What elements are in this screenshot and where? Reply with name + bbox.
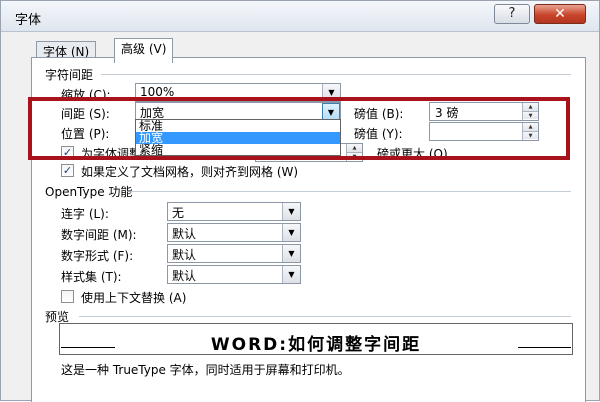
grid-label: 如果定义了文档网格，则对齐到网格 (W) <box>81 165 299 179</box>
number-spacing-value: 默认 <box>172 227 197 241</box>
dropdown-option-normal[interactable]: 标准 <box>136 120 340 132</box>
ligatures-value: 无 <box>172 206 185 220</box>
font-dialog: 字体 ? ✕ 字体 (N) 高级 (V) 字符间距 缩放 (C): 100% ▼… <box>0 0 600 402</box>
dropdown-option-condensed[interactable]: 紧缩 <box>136 144 340 156</box>
close-button[interactable]: ✕ <box>534 4 586 24</box>
stylistic-sets-label: 样式集 (T): <box>61 270 122 284</box>
spacing-label: 间距 (S): <box>61 107 110 121</box>
preview-description: 这是一种 TrueType 字体，同时适用于屏幕和打印机。 <box>61 363 350 377</box>
position-by-spinner[interactable]: ▲ ▼ <box>429 122 539 141</box>
spin-down-icon[interactable]: ▼ <box>523 131 538 139</box>
position-label: 位置 (P): <box>61 127 110 141</box>
chevron-down-icon[interactable]: ▼ <box>322 103 340 120</box>
number-spacing-combo[interactable]: 默认 ▼ <box>167 223 301 242</box>
spacing-by-value: 3 磅 <box>435 106 459 120</box>
number-forms-label: 数字形式 (F): <box>61 249 134 263</box>
scale-combo[interactable]: 100% ▼ <box>135 83 341 102</box>
spinner-buttons[interactable]: ▲ ▼ <box>346 144 362 161</box>
position-by-label: 磅值 (Y): <box>354 127 403 141</box>
contextual-label: 使用上下文替换 (A) <box>81 291 187 305</box>
chevron-down-icon[interactable]: ▼ <box>282 224 300 241</box>
stylistic-sets-combo[interactable]: 默认 ▼ <box>167 265 301 284</box>
ligatures-combo[interactable]: 无 ▼ <box>167 202 301 221</box>
spacing-dropdown-list: 标准 加宽 紧缩 <box>135 119 341 156</box>
section-divider <box>79 316 571 317</box>
chevron-down-icon[interactable]: ▼ <box>322 84 340 101</box>
dropdown-option-expanded[interactable]: 加宽 <box>136 132 340 144</box>
char-spacing-heading: 字符间距 <box>45 68 94 82</box>
preview-baseline-right <box>518 347 571 348</box>
spinner-buttons[interactable]: ▲ ▼ <box>522 103 538 120</box>
help-button[interactable]: ? <box>494 4 530 24</box>
section-divider <box>101 74 571 75</box>
grid-checkbox[interactable]: ✓ <box>61 164 74 177</box>
stylistic-sets-value: 默认 <box>172 269 197 283</box>
chevron-down-icon[interactable]: ▼ <box>282 245 300 262</box>
opentype-heading: OpenType 功能 <box>45 185 133 199</box>
preview-box: WORD:如何调整字间距 <box>59 323 573 355</box>
spacing-by-label: 磅值 (B): <box>354 107 404 121</box>
ligatures-label: 连字 (L): <box>61 207 109 221</box>
number-forms-value: 默认 <box>172 248 197 262</box>
spinner-buttons[interactable]: ▲ ▼ <box>522 123 538 140</box>
preview-sample-text: WORD:如何调整字间距 <box>210 335 422 355</box>
tab-advanced[interactable]: 高级 (V) <box>114 38 174 63</box>
contextual-checkbox[interactable] <box>61 290 74 303</box>
chevron-down-icon[interactable]: ▼ <box>282 203 300 220</box>
spacing-by-spinner[interactable]: 3 磅 ▲ ▼ <box>429 102 539 121</box>
title-bar: 字体 ? ✕ <box>1 1 599 32</box>
spin-up-icon[interactable]: ▲ <box>523 123 538 131</box>
dialog-title: 字体 <box>15 13 42 28</box>
spin-up-icon[interactable]: ▲ <box>347 144 362 152</box>
spin-down-icon[interactable]: ▼ <box>347 152 362 160</box>
scale-label: 缩放 (C): <box>61 88 111 102</box>
kerning-checkbox[interactable]: ✓ <box>61 146 74 159</box>
preview-baseline-left <box>61 347 115 348</box>
scale-value: 100% <box>140 85 175 99</box>
spin-up-icon[interactable]: ▲ <box>523 103 538 111</box>
number-forms-combo[interactable]: 默认 ▼ <box>167 244 301 263</box>
chevron-down-icon[interactable]: ▼ <box>282 266 300 283</box>
spin-down-icon[interactable]: ▼ <box>523 111 538 119</box>
section-divider <box>131 191 571 192</box>
kerning-suffix: 磅或更大 (O) <box>377 147 448 161</box>
number-spacing-label: 数字间距 (M): <box>61 228 137 242</box>
